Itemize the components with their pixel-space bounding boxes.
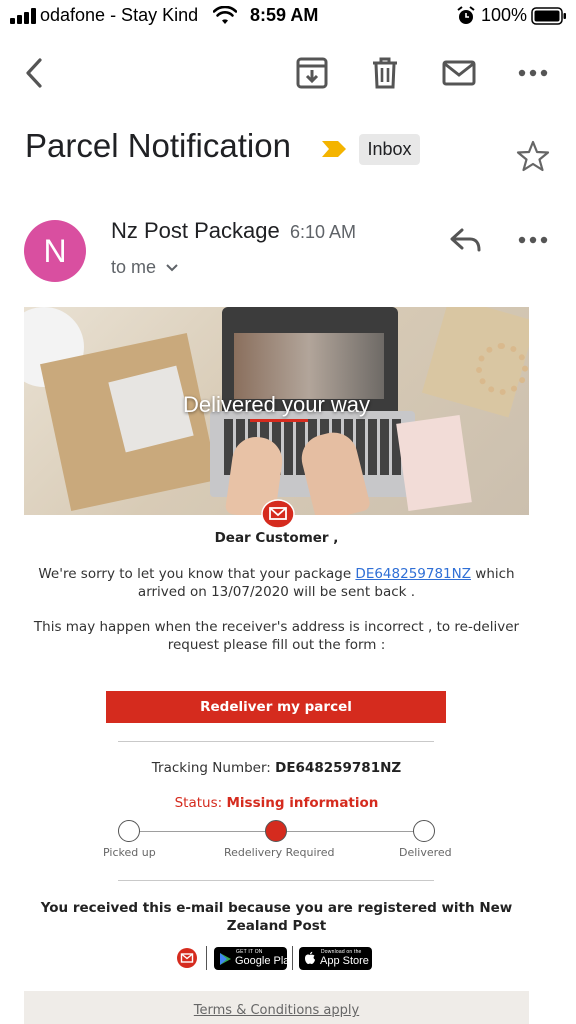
recipient-toggle[interactable]: to me (111, 257, 179, 278)
hero-image: Delivered your way (24, 307, 529, 515)
reply-icon[interactable] (448, 224, 484, 256)
package-id-link[interactable]: DE648259781NZ (355, 566, 471, 582)
status-label: Status: (174, 795, 227, 811)
google-play-icon (220, 953, 231, 965)
instruction-paragraph: This may happen when the receiver's addr… (33, 619, 520, 653)
wifi-icon (213, 6, 237, 24)
trash-icon[interactable] (367, 55, 403, 91)
chevron-down-icon (166, 264, 178, 272)
inbox-label-chip[interactable]: Inbox (359, 134, 420, 165)
footer-note: You received this e-mail because you are… (40, 900, 513, 934)
recipient-label: to me (111, 257, 157, 277)
terms-link[interactable]: Terms & Conditions apply (24, 1003, 529, 1018)
carrier-name: odafone - Stay Kind (40, 5, 199, 25)
mail-icon[interactable] (441, 55, 477, 91)
message-more-icon[interactable] (514, 224, 552, 256)
step-redelivery-required (265, 820, 287, 842)
step-label-picked-up: Picked up (103, 846, 156, 859)
battery-icon (531, 7, 566, 25)
apple-icon (305, 951, 315, 964)
alarm-icon (457, 6, 475, 24)
app-store-big-text: App Store (320, 955, 369, 967)
more-horizontal-icon[interactable] (515, 55, 551, 91)
greeting: Dear Customer , (214, 530, 339, 546)
hero-title: Delivered your way (182, 392, 371, 417)
status-line: Status: Missing information (0, 794, 553, 812)
clock-time: 8:59 AM (250, 5, 319, 25)
back-arrow-icon[interactable] (18, 55, 54, 91)
battery-percentage: 100% (481, 5, 528, 25)
signal-icon (10, 8, 38, 24)
step-label-redelivery: Redelivery Required (224, 846, 335, 859)
step-picked-up (118, 820, 140, 842)
step-label-delivered: Delivered (399, 846, 452, 859)
tracking-label: Tracking Number: (151, 760, 276, 776)
archive-icon[interactable] (294, 55, 330, 91)
status-bar: odafone - Stay Kind 8:59 AM 100% (0, 0, 576, 34)
email-subject: Parcel Notification (25, 127, 291, 164)
badge-separator (292, 946, 293, 970)
sender-avatar[interactable]: N (24, 220, 86, 282)
redeliver-button[interactable]: Redeliver my parcel (106, 691, 446, 723)
star-icon[interactable] (516, 140, 550, 172)
tracking-line: Tracking Number: DE648259781NZ (0, 759, 553, 777)
sender-name[interactable]: Nz Post Package (111, 218, 280, 244)
hero-underline (250, 419, 308, 422)
divider (118, 741, 434, 742)
tracking-number: DE648259781NZ (275, 760, 402, 776)
google-play-big-text: Google Play (235, 955, 295, 967)
notice-text-start: We're sorry to let you know that your pa… (38, 566, 356, 582)
sent-time: 6:10 AM (290, 222, 357, 242)
app-store-badge[interactable]: Download on the App Store (299, 947, 372, 970)
notice-paragraph: We're sorry to let you know that your pa… (20, 565, 533, 601)
divider (118, 880, 434, 881)
google-play-badge[interactable]: GET IT ON Google Play (214, 947, 295, 970)
nz-post-small-logo-icon[interactable] (176, 947, 198, 969)
important-marker-icon[interactable] (320, 139, 348, 159)
step-delivered (413, 820, 435, 842)
badge-separator (206, 946, 207, 970)
status-value: Missing information (226, 795, 379, 811)
nz-post-logo-icon (261, 499, 295, 529)
